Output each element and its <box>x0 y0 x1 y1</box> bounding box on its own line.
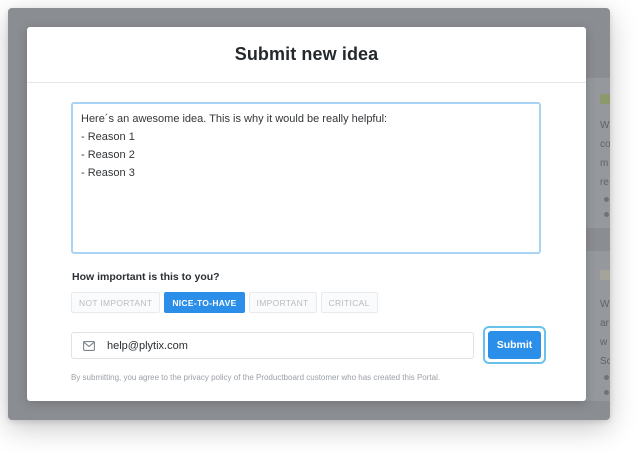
importance-critical[interactable]: CRITICAL <box>320 292 378 313</box>
importance-options: NOT IMPORTANT NICE-TO-HAVE IMPORTANT CRI… <box>71 292 378 313</box>
email-field[interactable] <box>71 332 474 359</box>
importance-not-important[interactable]: NOT IMPORTANT <box>71 292 161 313</box>
legal-notice: By submitting, you agree to the privacy … <box>71 373 441 382</box>
background-text: Sc <box>600 356 610 367</box>
background-dot <box>604 197 609 202</box>
idea-textarea[interactable]: Here´s an awesome idea. This is why it w… <box>71 102 541 254</box>
background-text: W <box>600 299 610 310</box>
modal-title: Submit new idea <box>234 44 379 64</box>
modal-header: Submit new idea <box>27 27 586 83</box>
importance-label: How important is this to you? <box>72 271 220 283</box>
submit-button[interactable]: Submit <box>488 331 541 359</box>
background-text: co <box>600 139 610 150</box>
background-text: m <box>600 158 609 169</box>
background-text: ar <box>600 318 609 329</box>
idea-text-line: - Reason 2 <box>81 149 135 161</box>
background-dot <box>604 375 609 380</box>
background-dot <box>604 390 609 395</box>
background-text: re <box>600 177 609 188</box>
background-dot <box>604 212 609 217</box>
idea-text-line: Here´s an awesome idea. This is why it w… <box>81 113 388 125</box>
idea-text-line: - Reason 3 <box>81 167 135 179</box>
submit-focus-ring: Submit <box>483 326 546 364</box>
envelope-icon <box>83 340 95 351</box>
background-text: w <box>600 337 608 348</box>
email-input[interactable] <box>107 339 447 352</box>
background-thumbnail <box>600 270 610 280</box>
importance-nice-to-have[interactable]: NICE-TO-HAVE <box>164 292 245 313</box>
background-thumbnail <box>600 94 610 104</box>
importance-important[interactable]: IMPORTANT <box>248 292 317 313</box>
submit-idea-modal: Submit new idea Here´s an awesome idea. … <box>27 27 586 401</box>
background-text: W <box>600 120 610 131</box>
idea-text-line: - Reason 1 <box>81 131 135 143</box>
